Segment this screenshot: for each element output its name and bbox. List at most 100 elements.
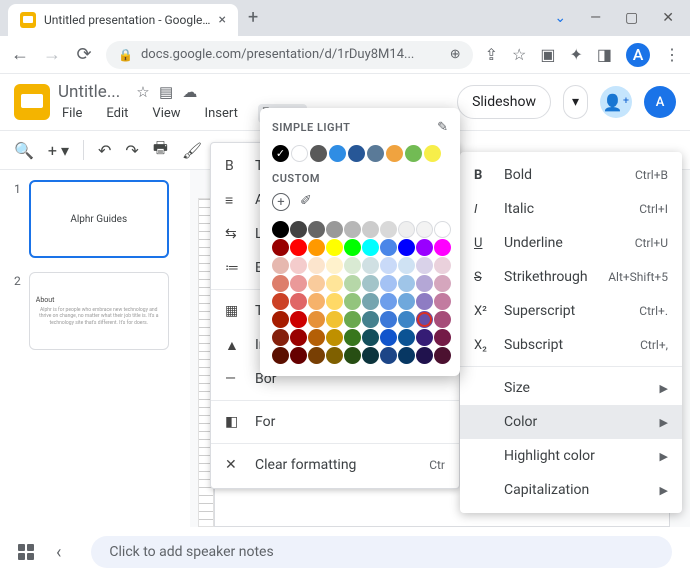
paint-format-button[interactable]: 🖌 — [182, 141, 202, 160]
install-icon[interactable]: ▣ — [540, 45, 555, 64]
new-tab-button[interactable]: + — [248, 7, 258, 28]
search-icon[interactable]: 🔍 — [14, 141, 34, 160]
share-button[interactable]: 👤⁺ — [600, 86, 632, 118]
color-swatch[interactable] — [434, 329, 451, 346]
color-swatch[interactable] — [344, 221, 361, 238]
color-swatch[interactable] — [290, 275, 307, 292]
color-swatch[interactable] — [290, 221, 307, 238]
color-swatch[interactable] — [380, 293, 397, 310]
slideshow-button[interactable]: Slideshow — [457, 85, 551, 119]
undo-button[interactable]: ↶ — [98, 141, 111, 160]
color-swatch[interactable] — [362, 329, 379, 346]
color-swatch[interactable] — [344, 239, 361, 256]
theme-swatch[interactable] — [272, 145, 289, 162]
color-swatch[interactable] — [434, 347, 451, 364]
bookmark-icon[interactable]: ☆ — [512, 45, 526, 64]
color-swatch[interactable] — [344, 347, 361, 364]
color-swatch[interactable] — [308, 329, 325, 346]
color-swatch[interactable] — [362, 275, 379, 292]
color-swatch[interactable] — [272, 293, 289, 310]
color-swatch[interactable] — [434, 275, 451, 292]
color-swatch[interactable] — [362, 239, 379, 256]
color-swatch[interactable] — [398, 275, 415, 292]
extensions-icon[interactable]: ✦ — [569, 45, 582, 64]
document-title[interactable]: Untitle... — [58, 82, 120, 102]
color-swatch[interactable] — [272, 221, 289, 238]
color-swatch[interactable] — [416, 221, 433, 238]
chevron-down-icon[interactable]: ⌄ — [554, 10, 566, 26]
color-swatch[interactable] — [398, 239, 415, 256]
color-swatch[interactable] — [290, 347, 307, 364]
color-swatch[interactable] — [380, 347, 397, 364]
close-window-button[interactable]: ✕ — [662, 10, 674, 26]
grid-view-button[interactable] — [18, 544, 34, 560]
maximize-button[interactable]: ▢ — [625, 10, 638, 26]
color-swatch[interactable] — [344, 311, 361, 328]
color-swatch[interactable] — [380, 257, 397, 274]
text-item-subscript[interactable]: X₂SubscriptCtrl+, — [460, 328, 682, 362]
url-box[interactable]: 🔒 docs.google.com/presentation/d/1rDuy8M… — [106, 41, 473, 69]
new-slide-button[interactable]: + ▾ — [48, 141, 69, 160]
account-avatar[interactable]: A — [644, 86, 676, 118]
menu-insert[interactable]: Insert — [201, 104, 242, 123]
color-swatch[interactable] — [398, 257, 415, 274]
add-custom-color-button[interactable]: + — [272, 193, 290, 211]
text-item-capitalization[interactable]: Capitalization▶ — [460, 473, 682, 507]
forward-button[interactable]: → — [42, 44, 62, 65]
eyedropper-icon[interactable]: ✐ — [300, 193, 312, 211]
slides-logo[interactable] — [14, 84, 50, 120]
color-swatch[interactable] — [362, 347, 379, 364]
theme-swatch[interactable] — [310, 145, 327, 162]
text-item-highlight-color[interactable]: Highlight color▶ — [460, 439, 682, 473]
theme-swatch[interactable] — [367, 145, 384, 162]
color-swatch[interactable] — [344, 257, 361, 274]
speaker-notes-input[interactable]: Click to add speaker notes — [91, 536, 672, 568]
color-swatch[interactable] — [326, 257, 343, 274]
color-swatch[interactable] — [416, 347, 433, 364]
color-swatch[interactable] — [272, 239, 289, 256]
star-icon[interactable]: ☆ — [136, 83, 149, 101]
text-item-underline[interactable]: UUnderlineCtrl+U — [460, 226, 682, 260]
color-swatch[interactable] — [290, 293, 307, 310]
color-swatch[interactable] — [434, 257, 451, 274]
color-swatch[interactable] — [326, 239, 343, 256]
prev-slide-button[interactable]: ‹ — [56, 542, 61, 563]
color-swatch[interactable] — [326, 347, 343, 364]
text-item-strikethrough[interactable]: SStrikethroughAlt+Shift+5 — [460, 260, 682, 294]
color-swatch[interactable] — [416, 257, 433, 274]
color-swatch[interactable] — [416, 293, 433, 310]
color-swatch[interactable] — [308, 293, 325, 310]
color-swatch[interactable] — [362, 293, 379, 310]
color-swatch[interactable] — [344, 293, 361, 310]
move-icon[interactable]: ▤ — [159, 83, 173, 101]
color-swatch[interactable] — [416, 239, 433, 256]
cloud-status-icon[interactable]: ☁ — [182, 83, 197, 101]
color-swatch[interactable] — [308, 275, 325, 292]
text-item-superscript[interactable]: X²SuperscriptCtrl+. — [460, 294, 682, 328]
color-swatch[interactable] — [398, 221, 415, 238]
slide-thumbnail[interactable]: AboutAlphr is for people who embrace new… — [29, 272, 169, 350]
color-swatch[interactable] — [416, 329, 433, 346]
text-item-bold[interactable]: BBoldCtrl+B — [460, 158, 682, 192]
text-item-size[interactable]: Size▶ — [460, 371, 682, 405]
color-swatch[interactable] — [380, 221, 397, 238]
color-swatch[interactable] — [326, 275, 343, 292]
text-item-italic[interactable]: IItalicCtrl+I — [460, 192, 682, 226]
color-swatch[interactable] — [362, 311, 379, 328]
slideshow-dropdown[interactable]: ▾ — [563, 85, 588, 119]
color-swatch[interactable] — [272, 275, 289, 292]
minimize-button[interactable]: — — [590, 10, 601, 26]
color-swatch[interactable] — [308, 347, 325, 364]
color-swatch[interactable] — [398, 329, 415, 346]
color-swatch[interactable] — [272, 329, 289, 346]
color-swatch[interactable] — [272, 257, 289, 274]
color-swatch[interactable] — [398, 293, 415, 310]
color-swatch[interactable] — [326, 293, 343, 310]
color-swatch[interactable] — [344, 329, 361, 346]
zoom-icon[interactable]: ⊕ — [450, 47, 461, 62]
color-swatch[interactable] — [326, 221, 343, 238]
color-swatch[interactable] — [434, 311, 451, 328]
theme-swatch[interactable] — [348, 145, 365, 162]
color-swatch[interactable] — [308, 311, 325, 328]
format-item-clear-formatting[interactable]: ✕Clear formattingCtr — [211, 448, 459, 482]
